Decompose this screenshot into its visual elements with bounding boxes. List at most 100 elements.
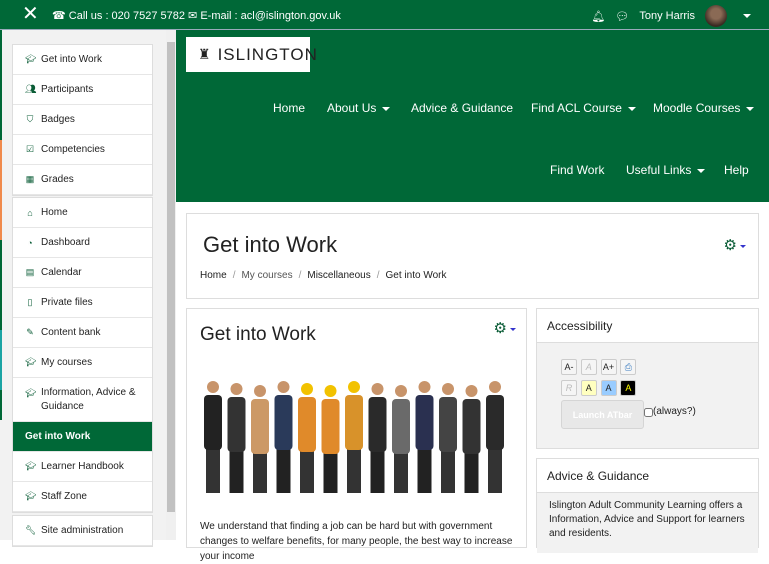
person-figure [415,381,434,493]
person-figure [462,385,481,493]
user-menu-caret-icon[interactable] [743,14,751,18]
graduation-cap-icon: 🎓︎ [25,461,37,471]
high-contrast-button[interactable]: A [620,380,637,396]
sidebar-item-label: Grades [41,174,74,185]
sidebar-item-home[interactable]: ⌂ Home [13,198,152,228]
sidebar-item-competencies[interactable]: ☑ Competencies [13,135,152,165]
caret-icon [746,106,755,111]
save-settings-icon[interactable]: ⎙ [620,359,637,375]
sidebar-item-learner-handbook[interactable]: 🎓︎ Learner Handbook [13,452,152,482]
sidebar-item-label: My courses [41,357,93,368]
breadcrumb-home[interactable]: Home [200,270,227,281]
sidebar-item-calendar[interactable]: ▤ Calendar [13,258,152,288]
page-title: Get into Work [203,232,338,257]
sidebar-item-private-files[interactable]: ▯ Private files [13,288,152,318]
accessibility-block: Accessibility A- A A+ ⎙ R A A A Launch A… [536,308,759,449]
contact-info: ☎ Call us : 020 7527 5782 ✉ E-mail : acl… [52,10,341,22]
graduation-cap-icon: 🎓︎ [25,388,37,398]
breadcrumb-miscellaneous[interactable]: Miscellaneous [307,270,370,281]
sidebar-item-label: Get into Work [41,54,102,65]
logo-text: ISLINGTON [217,44,318,64]
main-content: Get into Work ⚙ We understand that findi… [186,308,527,562]
person-figure [486,381,504,493]
scrollbar-thumb[interactable] [167,42,175,512]
person-figure [274,381,293,493]
person-figure [251,385,269,493]
label: Useful Links [626,163,692,177]
sidebar-item-content-bank[interactable]: ✎ Content bank [13,318,152,348]
breadcrumb-my-courses[interactable]: My courses [241,270,292,281]
reset-colour-button[interactable]: R [561,380,577,396]
caret-icon [627,106,636,111]
advice-block: Advice & Guidance Islington Adult Commun… [536,458,759,553]
sidebar-item-grades[interactable]: ▦ Grades [13,165,152,195]
shield-icon: ⛉ [26,114,34,124]
person-figure [368,383,387,493]
sidebar-item-label: Staff Zone [41,491,87,502]
islington-logo[interactable]: ♜ ISLINGTON [186,37,317,72]
sidebar-item-get-into-work[interactable]: Get into Work [13,422,152,452]
close-drawer-icon[interactable]: ✕ [22,4,39,24]
always-checkbox[interactable] [644,408,653,417]
sidebar-item-label: Badges [41,114,75,125]
breadcrumb: Home / My courses / Miscellaneous / Get into W… [200,270,447,281]
site-header: ♜ ISLINGTON Home About Us Advice & Guidan… [176,30,769,202]
table-icon: ▦ [25,174,35,184]
graduation-cap-icon: 🎓︎ [25,491,37,501]
blue-scheme-button[interactable]: A [600,380,617,396]
sidebar-item-staff-zone[interactable]: 🎓︎ Staff Zone [13,482,152,512]
person-figure [439,383,457,493]
sidebar-item-information-advice-guidance[interactable]: 🎓︎ Information, Advice & Guidance [13,378,152,422]
nav-home[interactable]: Home [273,101,305,115]
caret-icon [382,106,391,111]
nav-advice-guidance[interactable]: Advice & Guidance [411,101,513,115]
sidebar-item-label: Private files [41,297,93,308]
increase-text-button[interactable]: A+ [600,359,617,375]
sidebar-item-label: Competencies [41,144,105,155]
sidebar-item-label: Information, Advice & Guidance [41,387,136,412]
decrease-text-button[interactable]: A- [561,359,577,375]
scrollbar[interactable] [166,30,176,540]
nav-find-work[interactable]: Find Work [550,163,604,177]
stripe [0,330,2,390]
sidebar-item-dashboard[interactable]: ◔ Dashboard [13,228,152,258]
block-title: Accessibility [537,309,758,343]
message-icon[interactable]: 💬︎ [615,10,629,23]
bell-icon[interactable]: 🔔︎ [591,10,605,23]
reset-text-button[interactable]: A [580,359,597,375]
admin-nav: 🔧︎ Site administration [12,515,153,547]
sidebar-item-badges[interactable]: ⛉ Badges [13,105,152,135]
nav-useful-links[interactable]: Useful Links [626,163,706,177]
email-link[interactable]: E-mail : acl@islington.gov.uk [200,10,341,22]
avatar[interactable] [705,5,727,27]
sidebar-item-my-courses[interactable]: 🎓︎ My courses [13,348,152,378]
gear-icon[interactable]: ⚙ [724,236,746,254]
nav-find-acl-course[interactable]: Find ACL Course [531,101,636,115]
file-icon: ▯ [27,297,33,307]
sidebar-item-site-administration[interactable]: 🔧︎ Site administration [13,516,152,546]
user-name[interactable]: Tony Harris [639,10,695,22]
launch-atbar-button[interactable]: Launch ATbar [561,400,644,429]
sidebar-item-get-into-work[interactable]: 🎓︎ Get into Work [13,45,152,75]
sidebar-item-label: Get into Work [25,431,91,442]
home-icon: ⌂ [27,207,33,218]
workers-image [204,381,504,493]
caret-icon [697,168,706,173]
nav-about-us[interactable]: About Us [327,101,391,115]
graduation-cap-icon: 🎓︎ [25,54,37,64]
check-square-icon: ☑ [25,144,35,154]
person-figure [321,385,340,493]
gear-icon[interactable]: ⚙ [494,319,516,337]
block-title: Advice & Guidance [537,459,758,493]
person-figure [227,383,246,493]
graduation-cap-icon: 🎓︎ [25,357,37,367]
sidebar-item-participants[interactable]: 👥︎ Participants [13,75,152,105]
person-figure [298,383,316,493]
always-label: (always?) [653,406,696,417]
top-bar: ✕ ☎ Call us : 020 7527 5782 ✉ E-mail : a… [0,0,769,30]
calendar-icon: ▤ [25,267,35,277]
sidebar-item-label: Home [41,207,68,218]
yellow-scheme-button[interactable]: A [580,380,597,396]
nav-moodle-courses[interactable]: Moodle Courses [653,101,755,115]
nav-help[interactable]: Help [724,163,749,177]
